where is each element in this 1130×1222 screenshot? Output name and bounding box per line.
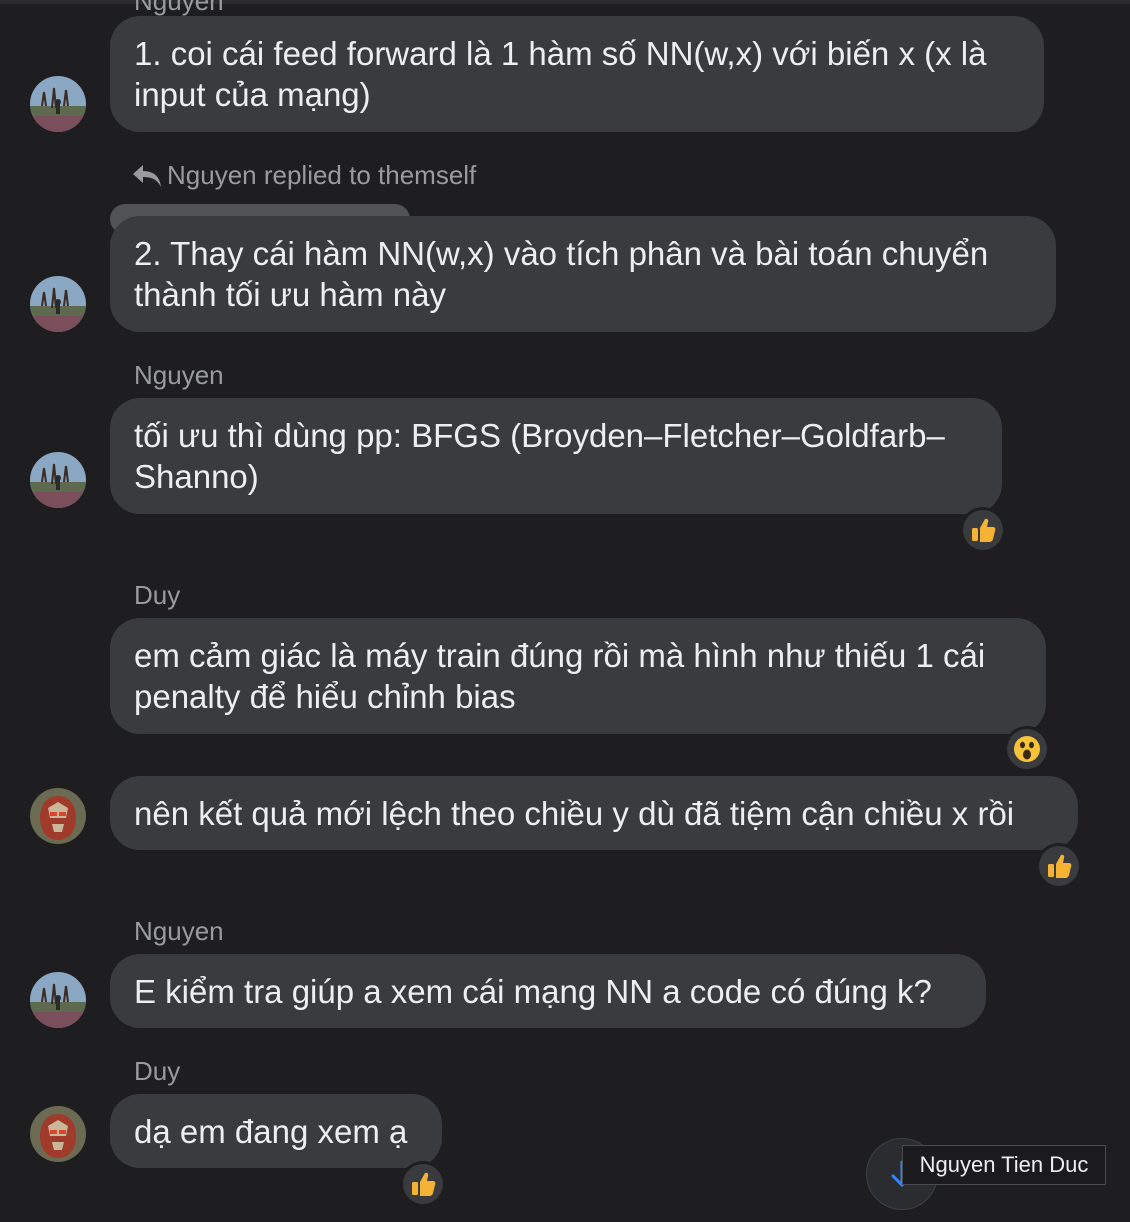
sender-name: Nguyen [134,360,224,390]
message-bubble[interactable]: E kiểm tra giúp a xem cái mạng NN a code… [110,954,986,1028]
message-bubble[interactable]: 2. Thay cái hàm NN(w,x) vào tích phân và… [110,216,1056,332]
avatar-duy[interactable] [30,788,86,844]
reaction-badge[interactable] [400,1161,446,1207]
thumbs-up-icon [412,1172,436,1196]
reply-indicator: Nguyen replied to themself [131,160,476,191]
message-text-line: em cảm giác là máy train đúng rồi mà hìn… [134,637,986,674]
message-bubble[interactable]: nên kết quả mới lệch theo chiều y dù đã … [110,776,1078,850]
message-text-line: 1. coi cái feed forward là 1 hàm số NN(w… [134,35,987,72]
sender-name-cut: Nguyen [134,0,224,16]
message-text-line: Shanno) [134,458,259,495]
message-bubble[interactable]: em cảm giác là máy train đúng rồi mà hìn… [110,618,1046,734]
message-text-line: thành tối ưu hàm này [134,276,446,313]
message-bubble[interactable]: tối ưu thì dùng pp: BFGS (Broyden–Fletch… [110,398,1002,514]
message-text-line: dạ em đang xem ạ [134,1112,408,1150]
reply-arrow-icon [133,164,161,187]
sender-name: Duy [134,580,181,610]
thumbs-up-icon [1048,854,1072,878]
wow-face-icon [1014,736,1040,762]
message-text-line: nên kết quả mới lệch theo chiều y dù đã … [134,794,1015,832]
avatar-nguyen[interactable] [30,452,86,508]
message-bubble[interactable]: 1. coi cái feed forward là 1 hàm số NN(w… [110,16,1044,132]
avatar-duy[interactable] [30,1106,86,1162]
avatar-nguyen[interactable] [30,276,86,332]
sender-name: Nguyen [134,916,224,946]
reaction-badge[interactable] [960,507,1006,553]
avatar-nguyen[interactable] [30,972,86,1028]
message-text-line: penalty để hiểu chỉnh bias [134,678,516,715]
thumbs-up-icon [972,518,996,542]
reply-indicator-text: Nguyen replied to themself [167,160,477,190]
message-text-line: input của mạng) [134,76,371,113]
message-bubble[interactable]: dạ em đang xem ạ [110,1094,442,1168]
message-text-line: 2. Thay cái hàm NN(w,x) vào tích phân và… [134,235,989,272]
avatar-nguyen[interactable] [30,76,86,132]
reaction-badge[interactable] [1004,726,1050,772]
message-text-line: E kiểm tra giúp a xem cái mạng NN a code… [134,972,932,1010]
reaction-badge[interactable] [1036,843,1082,889]
sender-name: Duy [134,1056,181,1086]
message-text-line: tối ưu thì dùng pp: BFGS (Broyden–Fletch… [134,417,945,454]
scroll-tooltip: Nguyen Tien Duc [902,1145,1106,1185]
